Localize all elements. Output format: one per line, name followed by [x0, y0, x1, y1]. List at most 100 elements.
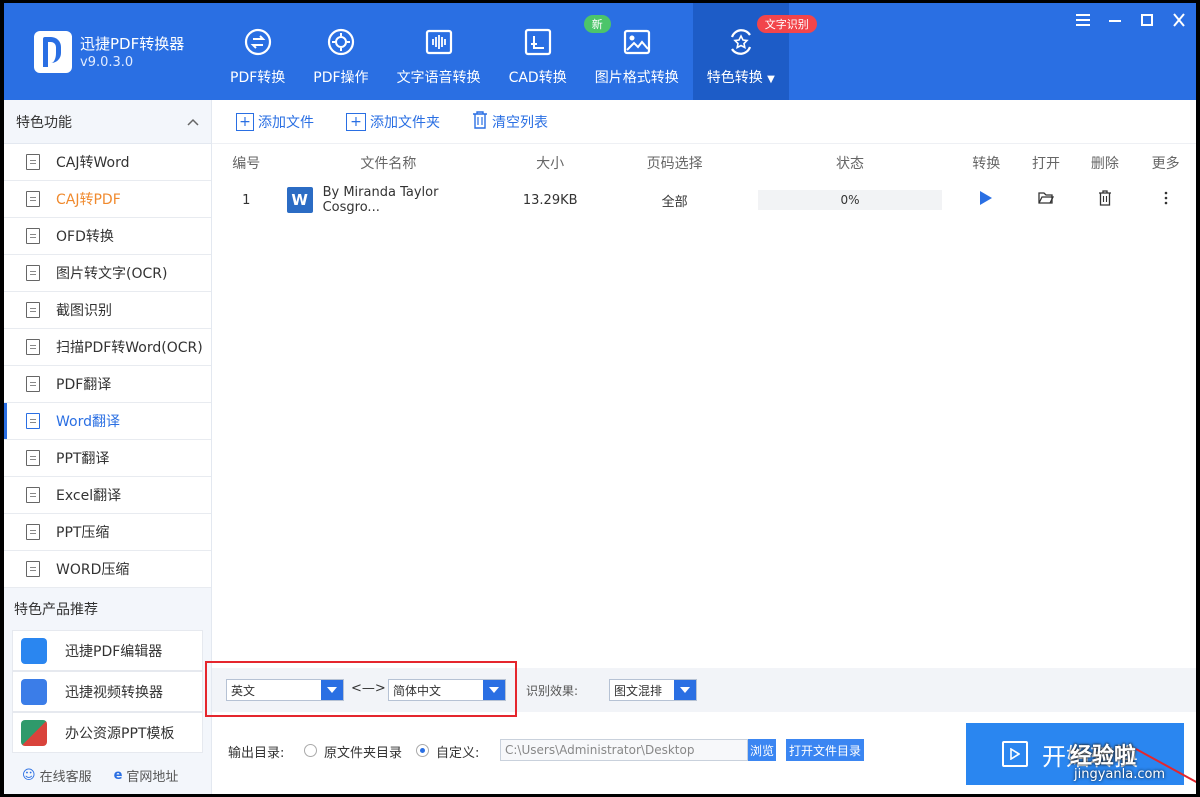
- col-status: 状态: [836, 156, 865, 172]
- add-folder-button[interactable]: + 添加文件夹: [346, 112, 440, 132]
- document-icon: [26, 191, 40, 207]
- recognition-effect-label: 识别效果:: [526, 684, 579, 698]
- row-convert-button[interactable]: [955, 190, 1018, 210]
- nav-label: 图片格式转换: [594, 70, 679, 86]
- sidebar-header[interactable]: 特色功能: [4, 100, 211, 144]
- voice-wave-icon: [422, 25, 456, 59]
- col-delete: 删除: [1090, 156, 1119, 172]
- document-icon: [26, 450, 40, 466]
- products-header: 特色产品推荐: [14, 602, 98, 618]
- video-converter-icon: [21, 678, 47, 705]
- swap-language-icon[interactable]: <—>: [351, 681, 386, 696]
- cad-icon: [521, 25, 555, 59]
- product-ppt-template[interactable]: 办公资源PPT模板: [12, 712, 203, 753]
- sidebar-item-excel-translate[interactable]: Excel翻译: [4, 477, 211, 514]
- app-logo-icon: [34, 31, 72, 73]
- output-path-input[interactable]: C:\Users\Administrator\Desktop: [500, 739, 748, 761]
- col-size: 大小: [536, 156, 565, 172]
- col-open: 打开: [1032, 156, 1061, 172]
- document-icon: [26, 376, 40, 392]
- sidebar-item-ppt-compress[interactable]: PPT压缩: [4, 514, 211, 551]
- row-open-button[interactable]: [1018, 191, 1075, 209]
- menu-icon[interactable]: [1074, 11, 1092, 29]
- row-more-button[interactable]: [1135, 191, 1196, 209]
- nav-special-convert[interactable]: 特色转换 ▼ 文字识别: [692, 3, 817, 100]
- more-vertical-icon: [1164, 191, 1168, 209]
- progress-bar: 0%: [758, 190, 943, 210]
- browse-button[interactable]: 浏览: [748, 739, 776, 761]
- table-row[interactable]: 1 W By Miranda Taylor Cosgro... 13.29KB 全…: [212, 182, 1196, 218]
- custom-folder-label: 自定义:: [436, 746, 480, 761]
- row-delete-button[interactable]: [1075, 190, 1136, 210]
- col-number: 编号: [232, 156, 261, 172]
- word-file-icon: W: [286, 187, 313, 213]
- sidebar-item-word-compress[interactable]: WORD压缩: [4, 551, 211, 588]
- col-convert: 转换: [972, 156, 1001, 172]
- source-folder-label: 原文件夹目录: [324, 746, 403, 761]
- trash-icon: [472, 110, 488, 133]
- pdf-convert-icon: [241, 25, 275, 59]
- sidebar-item-pdf-translate[interactable]: PDF翻译: [4, 366, 211, 403]
- radio-custom-folder[interactable]: [416, 744, 429, 757]
- product-video-converter[interactable]: 迅捷视频转换器: [12, 671, 203, 712]
- sidebar-item-screenshot-ocr[interactable]: 截图识别: [4, 292, 211, 329]
- document-icon: [26, 561, 40, 577]
- maximize-icon[interactable]: [1138, 11, 1156, 29]
- pdf-editor-icon: [21, 637, 47, 664]
- online-service-link[interactable]: ☺ 在线客服: [22, 766, 92, 785]
- chevron-up-icon[interactable]: [187, 114, 199, 130]
- sidebar-item-caj-pdf[interactable]: CAJ转PDF: [4, 181, 211, 218]
- nav-label: 文字语音转换: [396, 70, 481, 86]
- product-pdf-editor[interactable]: 迅捷PDF编辑器: [12, 630, 203, 671]
- window-controls: [1074, 11, 1188, 29]
- minimize-icon[interactable]: [1106, 11, 1124, 29]
- clear-list-button[interactable]: 清空列表: [472, 110, 548, 133]
- open-folder-button[interactable]: 打开文件目录: [786, 739, 864, 761]
- radio-source-folder[interactable]: [304, 744, 317, 757]
- row-filename: W By Miranda Taylor Cosgro...: [281, 185, 497, 215]
- sidebar-item-word-translate[interactable]: Word翻译: [4, 403, 211, 440]
- sidebar: 特色功能 CAJ转Word CAJ转PDF OFD转换 图片转文字(OCR) 截…: [4, 100, 212, 794]
- recognition-effect-select[interactable]: 图文混排: [609, 679, 697, 701]
- sidebar-list: CAJ转Word CAJ转PDF OFD转换 图片转文字(OCR) 截图识别 扫…: [4, 144, 211, 588]
- main-nav: PDF转换 PDF操作 文字语音转换 CAD转换 新 图片格式转换 特色转换 ▼…: [216, 3, 817, 100]
- nav-cad-convert[interactable]: CAD转换 新: [495, 3, 611, 100]
- table-header: 编号 文件名称 大小 页码选择 状态 转换 打开 删除 更多: [212, 144, 1196, 182]
- add-folder-icon: +: [346, 112, 366, 131]
- chevron-down-icon: ▼: [767, 74, 775, 85]
- text-icon: [26, 265, 40, 281]
- close-icon[interactable]: [1170, 11, 1188, 29]
- nav-label: 特色转换 ▼: [706, 70, 775, 86]
- sidebar-item-ofd[interactable]: OFD转换: [4, 218, 211, 255]
- ocr-badge: 文字识别: [756, 15, 817, 33]
- sidebar-item-caj-word[interactable]: CAJ转Word: [4, 144, 211, 181]
- watermark-text: 经验啦: [1070, 744, 1137, 769]
- main-panel: + 添加文件 + 添加文件夹 清空列表 编号 文件名称 大小 页码选择 状态 转换 …: [205, 100, 1196, 794]
- app-window: 迅捷PDF转换器 v9.0.3.0 PDF转换 PDF操作 文字语音转换 CAD…: [4, 3, 1196, 794]
- add-file-button[interactable]: + 添加文件: [236, 112, 314, 132]
- nav-pdf-operate[interactable]: PDF操作: [299, 3, 382, 100]
- col-pages: 页码选择: [646, 156, 703, 172]
- sidebar-item-ppt-translate[interactable]: PPT翻译: [4, 440, 211, 477]
- nav-pdf-convert[interactable]: PDF转换: [216, 3, 299, 100]
- sidebar-footer: ☺ 在线客服 e 官网地址: [4, 756, 212, 794]
- language-bar: 英文 <—> 简体中文 识别效果: 图文混排: [205, 661, 1196, 717]
- document-icon: [26, 302, 40, 318]
- row-page-select[interactable]: 全部: [604, 191, 745, 210]
- sidebar-item-image-ocr[interactable]: 图片转文字(OCR): [4, 255, 211, 292]
- sidebar-item-scan-pdf-word[interactable]: 扫描PDF转Word(OCR): [4, 329, 211, 366]
- nav-image-convert[interactable]: 图片格式转换: [581, 3, 693, 100]
- col-more: 更多: [1151, 156, 1180, 172]
- nav-voice-convert[interactable]: 文字语音转换: [383, 3, 495, 100]
- website-link[interactable]: e 官网地址: [114, 766, 179, 785]
- add-file-icon: +: [236, 112, 254, 131]
- header-bar: 迅捷PDF转换器 v9.0.3.0 PDF转换 PDF操作 文字语音转换 CAD…: [4, 3, 1196, 100]
- source-language-select[interactable]: 英文: [226, 679, 344, 701]
- target-language-select[interactable]: 简体中文: [388, 679, 506, 701]
- play-icon: [1002, 741, 1028, 767]
- col-filename: 文件名称: [360, 156, 417, 172]
- document-icon: [26, 413, 40, 429]
- folder-icon: [1038, 192, 1055, 209]
- trash-icon: [1098, 190, 1112, 210]
- star-convert-icon: [724, 25, 758, 59]
